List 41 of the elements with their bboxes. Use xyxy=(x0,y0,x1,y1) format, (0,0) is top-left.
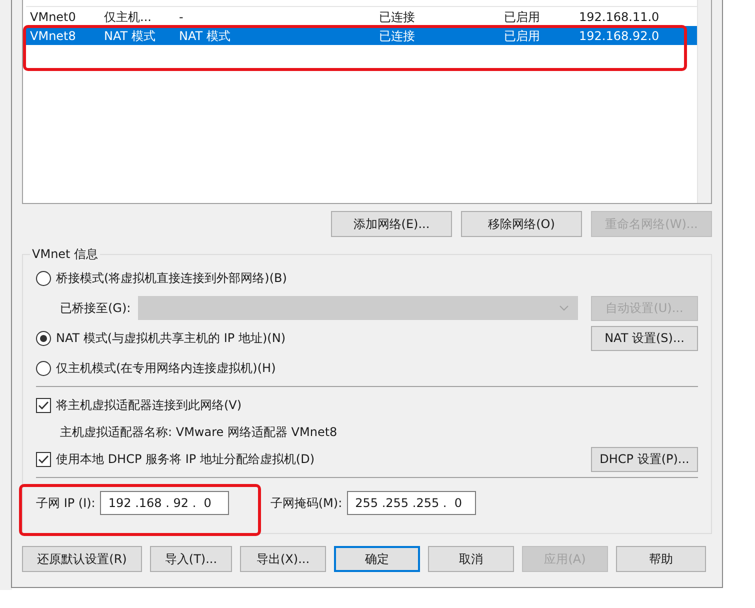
dialog-button[interactable]: 帮助 xyxy=(616,546,706,572)
field-label: 子网掩码(M): xyxy=(270,494,342,512)
radio-button[interactable] xyxy=(36,360,51,376)
table-cell-text: VMnet8 xyxy=(29,28,77,44)
subnet-mask-field[interactable]: 255 .255 .255 . 0 xyxy=(347,491,476,515)
network-button[interactable]: 移除网络(O) xyxy=(461,211,582,237)
table-cell-text: - xyxy=(179,8,184,24)
dialog-button[interactable]: 还原默认设置(R) xyxy=(22,546,142,572)
table-row[interactable]: VMnet0 仅主机... - 已连接 已启用 192.168.11.0 xyxy=(26,7,697,26)
network-button[interactable]: 添加网络(E)... xyxy=(331,211,452,237)
radio-label: 仅主机模式(在专用网络内连接虚拟机)(H) xyxy=(56,360,276,376)
checkbox[interactable] xyxy=(36,398,51,412)
radio-label: 桥接模式(将虚拟机直接连接到外部网络)(B) xyxy=(56,270,287,286)
table-cell-text: 仅主机... xyxy=(104,8,152,24)
dialog-button[interactable]: 导出(X)... xyxy=(240,546,326,572)
table-cell-text: 已连接 xyxy=(379,28,416,44)
table-cell-text: 192.168.11.0 xyxy=(579,8,660,24)
nat-settings-button[interactable]: NAT 设置(S)... xyxy=(591,326,698,350)
radio-label: NAT 模式(与虚拟机共享主机的 IP 地址)(N) xyxy=(56,330,286,346)
table-cell-text: VMnet0 xyxy=(29,8,77,24)
dhcp-settings-button[interactable]: DHCP 设置(P)... xyxy=(591,446,698,472)
checkbox[interactable] xyxy=(36,452,51,466)
table-cell-text: NAT 模式 xyxy=(179,28,232,44)
checkbox-label: 使用本地 DHCP 服务将 IP 地址分配给虚拟机(D) xyxy=(56,450,315,468)
field-label: 子网 IP (I): xyxy=(36,494,96,512)
subnet-ip-field[interactable]: 192 .168 . 92 . 0 xyxy=(100,491,230,515)
dialog-button[interactable]: 取消 xyxy=(428,546,514,572)
group-title: VMnet 信息 xyxy=(31,246,100,263)
adapter-name-text: 主机虚拟适配器名称: VMware 网络适配器 VMnet8 xyxy=(60,424,338,440)
table-cell-text: 已启用 xyxy=(504,8,541,24)
radio-button[interactable] xyxy=(36,270,51,286)
checkbox-label: 将主机虚拟适配器连接到此网络(V) xyxy=(56,396,242,414)
radio-button[interactable] xyxy=(36,330,51,346)
table-cell-text: 已连接 xyxy=(379,8,416,24)
table-cell-text: NAT 模式 xyxy=(104,28,156,44)
dialog-button[interactable]: 确定 xyxy=(334,546,420,572)
chevron-icon xyxy=(558,305,569,311)
table-cell-text: 192.168.92.0 xyxy=(579,28,660,44)
field-label: 已桥接至(G): xyxy=(60,300,131,316)
table-cell-text: 已启用 xyxy=(504,28,541,44)
dialog-button[interactable]: 导入(T)... xyxy=(150,546,232,572)
